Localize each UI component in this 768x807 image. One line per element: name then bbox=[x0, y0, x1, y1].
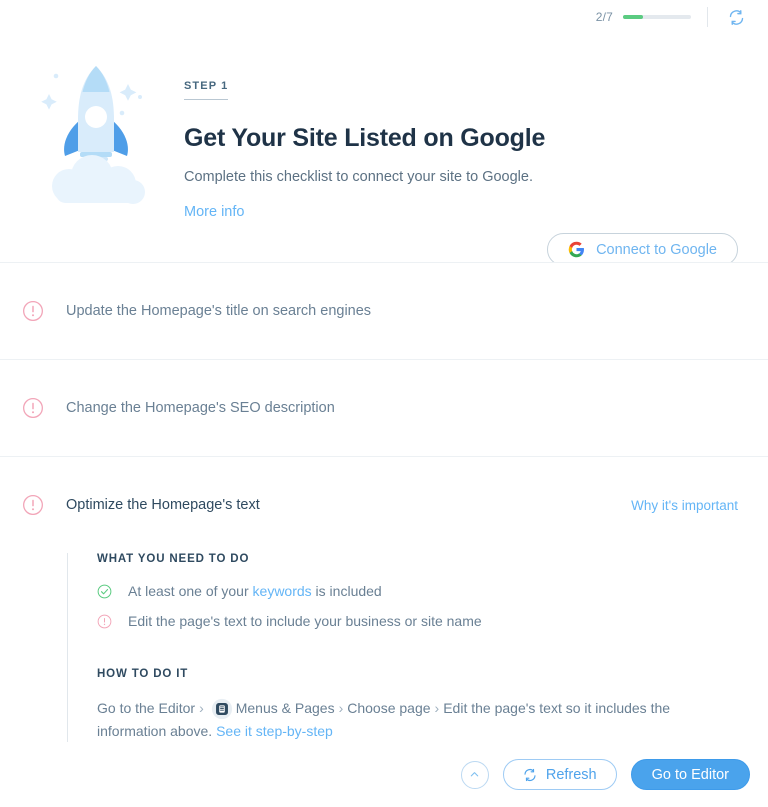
checklist-row-optimize: Optimize the Homepage's text Why it's im… bbox=[0, 456, 768, 772]
refresh-icon bbox=[524, 768, 536, 781]
checklist-row-description[interactable]: Change the Homepage's SEO description bbox=[0, 359, 768, 456]
chevron-up-icon bbox=[471, 772, 479, 777]
seo-checklist-page: 2/7 STEP 1 Get Your Site Listed on Googl… bbox=[0, 0, 768, 807]
connect-to-google-label: Connect to Google bbox=[596, 241, 717, 258]
collapse-button[interactable] bbox=[460, 760, 489, 789]
checklist-row-title[interactable]: Update the Homepage's title on search en… bbox=[0, 262, 768, 359]
refresh-icon[interactable] bbox=[724, 5, 748, 29]
progress-indicator: 2/7 bbox=[596, 10, 691, 24]
checklist-row-label: Update the Homepage's title on search en… bbox=[66, 303, 372, 319]
progress-count: 2/7 bbox=[595, 10, 613, 24]
how-to-do-it-heading: HOW TO DO IT bbox=[97, 667, 189, 680]
checklist-row-optimize-header[interactable]: Optimize the Homepage's text Why it's im… bbox=[0, 457, 768, 553]
howto-part1: Go to the Editor bbox=[97, 699, 196, 716]
chevron-right-separator: › bbox=[434, 699, 440, 716]
why-its-important-link[interactable]: Why it's important bbox=[631, 498, 738, 513]
warning-icon bbox=[97, 614, 112, 629]
go-to-editor-button[interactable]: Go to Editor bbox=[630, 759, 750, 790]
hero-subtitle: Complete this checklist to connect your … bbox=[184, 169, 533, 185]
rocket-illustration bbox=[41, 66, 145, 204]
refresh-button[interactable]: Refresh bbox=[502, 759, 617, 790]
checklist-row-label: Optimize the Homepage's text bbox=[66, 497, 260, 513]
check-circle-icon bbox=[97, 584, 112, 599]
refresh-button-label: Refresh bbox=[545, 766, 597, 783]
go-to-editor-label: Go to Editor bbox=[651, 766, 729, 783]
checklist-row-optimize-body: WHAT YOU NEED TO DO At least one of your… bbox=[0, 553, 768, 772]
chevron-right-separator: › bbox=[338, 699, 344, 716]
requirement-text-before: At least one of your bbox=[128, 583, 253, 599]
requirement-text: Edit the page's text to include your bus… bbox=[128, 612, 482, 629]
requirement-item: Edit the page's text to include your bus… bbox=[97, 612, 738, 631]
keywords-link[interactable]: keywords bbox=[253, 583, 312, 599]
more-info-link[interactable]: More info bbox=[184, 204, 244, 220]
toolbar-divider bbox=[707, 7, 708, 27]
requirement-text-after: is included bbox=[311, 583, 382, 599]
see-it-step-by-step-link[interactable]: See it step-by-step bbox=[216, 723, 333, 739]
requirement-item: At least one of your keywords is include… bbox=[97, 582, 738, 601]
warning-icon bbox=[23, 495, 43, 515]
footer-actions: Refresh Go to Editor bbox=[460, 759, 750, 790]
step-label: STEP 1 bbox=[184, 80, 229, 100]
howto-part3: Choose page bbox=[347, 699, 431, 716]
what-you-need-to-do-heading: WHAT YOU NEED TO DO bbox=[97, 553, 250, 565]
progress-fill bbox=[623, 15, 643, 19]
chevron-right-separator: › bbox=[199, 699, 204, 716]
how-to-steps: Go to the Editor › Menus & Pages › Choose pa… bbox=[97, 697, 738, 743]
warning-icon bbox=[23, 398, 43, 418]
hero-text-block: STEP 1 Get Your Site Listed on Google Co… bbox=[184, 34, 748, 223]
google-g-icon bbox=[568, 241, 585, 258]
progress-track bbox=[623, 15, 691, 19]
warning-icon bbox=[23, 301, 43, 321]
menus-pages-icon bbox=[211, 698, 232, 719]
page-title: Get Your Site Listed on Google bbox=[184, 124, 546, 152]
checklist-row-label: Change the Homepage's SEO description bbox=[66, 400, 335, 416]
howto-part2: Menus & Pages bbox=[235, 699, 335, 716]
hero-section: STEP 1 Get Your Site Listed on Google Co… bbox=[0, 34, 768, 266]
top-bar: 2/7 bbox=[0, 0, 768, 34]
